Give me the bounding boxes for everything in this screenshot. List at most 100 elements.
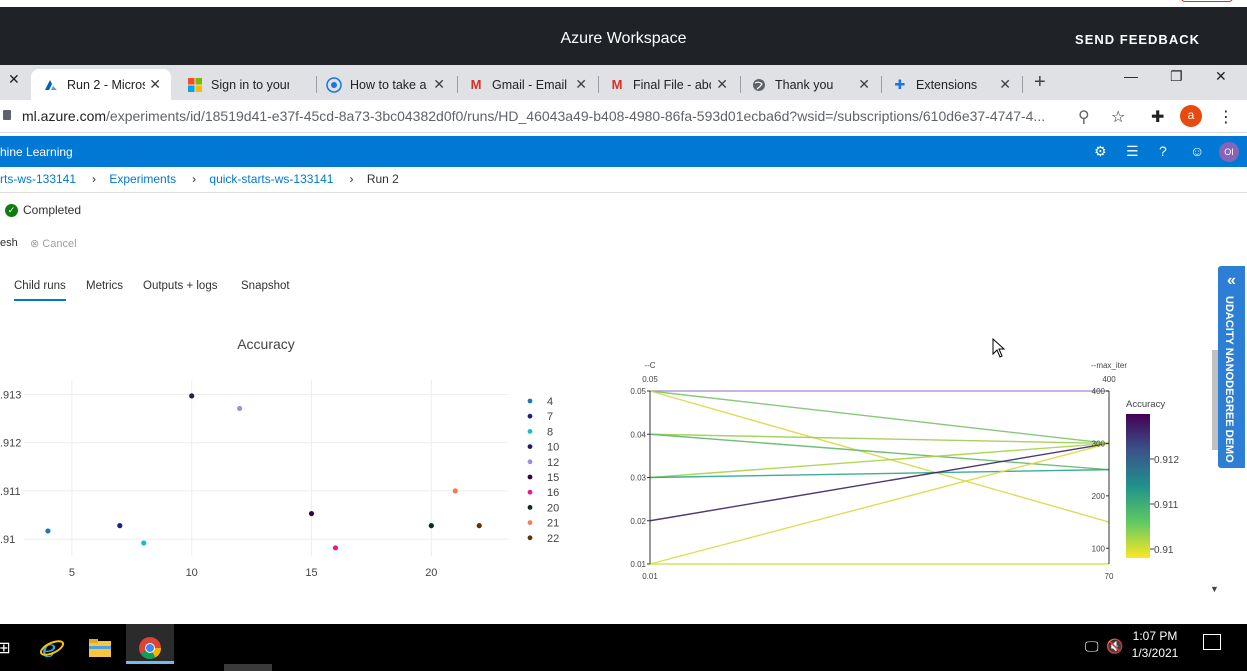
run-actions: esh ⊗ Cancel xyxy=(0,237,77,250)
address-bar[interactable]: ml.azure.com/experiments/id/18519d41-e37… xyxy=(0,100,1247,133)
task-view-icon[interactable]: ⊞ xyxy=(0,632,20,664)
breadcrumb-workspace[interactable]: rts-ws-133141 xyxy=(0,172,76,186)
legend-marker xyxy=(527,459,533,465)
parcoords-line xyxy=(649,442,1110,479)
tab-label: Sign in to your account xyxy=(211,77,289,92)
url-text[interactable]: ml.azure.com/experiments/id/18519d41-e37… xyxy=(22,108,1045,124)
tab-separator xyxy=(457,76,458,93)
bottom-strip xyxy=(224,664,272,671)
tab-label: How to take a screenshot xyxy=(350,77,428,92)
legend-label: 12 xyxy=(547,457,559,469)
tab-metrics[interactable]: Metrics xyxy=(86,280,123,292)
scatter-point xyxy=(141,540,147,546)
udacity-nanodegree-banner[interactable]: « UDACITY NANODEGREE DEMO xyxy=(1218,266,1245,468)
scatter-point xyxy=(117,523,123,529)
tab-gmail[interactable]: M Gmail - Email from Google ✕ xyxy=(467,69,597,100)
tab-sign-in[interactable]: Sign in to your account xyxy=(183,69,313,100)
extensions-puzzle-icon[interactable]: ✚ xyxy=(1151,107,1164,127)
scatter-point xyxy=(308,510,315,517)
minimize-icon[interactable]: — xyxy=(1124,68,1138,84)
internet-explorer-icon[interactable]: e xyxy=(36,632,68,664)
axis-c-top-label: 0.05 xyxy=(642,375,658,384)
colorbar-gradient xyxy=(1126,414,1150,558)
tab-separator xyxy=(1022,76,1023,93)
send-feedback-button[interactable]: SEND FEEDBACK xyxy=(1075,32,1200,47)
close-icon[interactable]: ✕ xyxy=(149,76,161,93)
notifications-icon[interactable]: ☰ xyxy=(1126,143,1139,160)
parcoords-line xyxy=(649,468,1110,479)
close-icon[interactable]: ✕ xyxy=(999,76,1011,93)
close-icon[interactable]: ✕ xyxy=(858,76,870,93)
axis-c-title: --C xyxy=(644,361,655,370)
new-tab-button[interactable]: + xyxy=(1034,71,1046,94)
tab-extensions[interactable]: ✚ Extensions ✕ xyxy=(891,69,1021,100)
window-close-icon[interactable]: ✕ xyxy=(1215,68,1227,85)
close-icon[interactable]: ✕ xyxy=(716,76,728,93)
star-icon[interactable]: ☆ xyxy=(1111,107,1125,127)
chart-title: Accuracy xyxy=(237,336,295,352)
browser-profile-avatar[interactable]: a xyxy=(1180,105,1202,127)
y-tick-label: .913 xyxy=(0,389,21,401)
file-explorer-icon[interactable] xyxy=(84,632,116,664)
legend-label: 21 xyxy=(547,518,559,530)
colorbar-title: Accuracy xyxy=(1126,399,1165,410)
legend-marker xyxy=(527,398,533,404)
tab-separator xyxy=(316,76,317,93)
volume-muted-icon[interactable]: 🔇 xyxy=(1106,638,1123,655)
breadcrumb-chevron-icon: › xyxy=(192,172,197,186)
menu-dots-icon[interactable]: ⋮ xyxy=(1218,107,1234,127)
charts-area: Accuracy 5 10 15 20 .913 .912 .911 .91 4 7 8 10 12 15 1… xyxy=(0,336,1179,581)
legend-label: 16 xyxy=(547,487,559,499)
browser-tab-strip: ✕ Run 2 - Microsoft ✕ Sign in to your ac… xyxy=(0,65,1247,100)
azure-user-avatar[interactable]: OI xyxy=(1219,142,1239,162)
breadcrumb-experiment[interactable]: quick-starts-ws-133141 xyxy=(209,172,333,186)
run-status: ✓ Completed xyxy=(5,203,81,217)
tab-run-2[interactable]: Run 2 - Microsoft ✕ xyxy=(31,69,171,100)
axis-max-iter-tick-label: 300 xyxy=(1092,439,1106,448)
gmail-icon: M xyxy=(611,77,623,92)
tab-snapshot[interactable]: Snapshot xyxy=(241,280,290,292)
zoom-icon[interactable]: ⚲ xyxy=(1078,107,1090,127)
x-tick-label: 20 xyxy=(425,567,437,579)
axis-c-tick-label: 0.02 xyxy=(630,517,646,526)
chrome-icon[interactable] xyxy=(134,632,166,664)
tab-label: Final File - abdul xyxy=(633,77,711,92)
y-tick-label: .91 xyxy=(0,534,15,546)
top-strip xyxy=(0,0,1247,7)
clock-time: 1:07 PM xyxy=(1132,629,1178,643)
help-icon[interactable]: ? xyxy=(1159,143,1167,159)
scroll-down-icon[interactable]: ▼ xyxy=(1210,584,1219,594)
restore-icon[interactable]: ❐ xyxy=(1170,68,1183,85)
status-text: Completed xyxy=(23,203,82,217)
tab-outputs-logs[interactable]: Outputs + logs xyxy=(143,280,217,292)
tab-thank-you[interactable]: Thank you ✕ xyxy=(750,69,880,100)
legend-label: 22 xyxy=(547,533,559,545)
notification-center-icon[interactable] xyxy=(1203,634,1221,650)
legend-label: 20 xyxy=(547,502,559,514)
parcoords-line xyxy=(649,442,1110,565)
settings-gear-icon[interactable]: ⚙ xyxy=(1094,143,1107,160)
scatter-point xyxy=(237,405,243,412)
close-icon[interactable]: ✕ xyxy=(8,71,20,88)
legend-marker xyxy=(527,489,533,495)
axis-max-iter-tick-label: 200 xyxy=(1092,492,1106,501)
microsoft-logo-icon xyxy=(187,77,203,93)
axis-max-iter-top-label: 400 xyxy=(1102,375,1116,384)
cancel-button[interactable]: ⊗ Cancel xyxy=(30,237,77,250)
smiley-feedback-icon[interactable]: ☺ xyxy=(1190,143,1204,159)
legend-marker xyxy=(527,535,533,541)
breadcrumb-experiments[interactable]: Experiments xyxy=(109,172,176,186)
refresh-button[interactable]: esh xyxy=(0,237,18,249)
close-icon[interactable]: ✕ xyxy=(433,76,445,93)
legend-marker xyxy=(527,413,533,419)
tab-separator xyxy=(740,76,741,93)
axis-c-bottom-label: 0.01 xyxy=(642,572,658,581)
close-icon[interactable]: ✕ xyxy=(575,76,587,93)
azure-ml-icon xyxy=(43,77,59,93)
scatter-point xyxy=(452,488,458,494)
system-clock[interactable]: 1:07 PM 1/3/2021 xyxy=(1125,628,1185,662)
tab-screenshot[interactable]: How to take a screenshot ✕ xyxy=(325,69,455,100)
top-red-button[interactable] xyxy=(1181,0,1233,2)
network-icon[interactable]: 🖵 xyxy=(1085,638,1099,655)
tab-final-file[interactable]: M Final File - abdul ✕ xyxy=(608,69,738,100)
